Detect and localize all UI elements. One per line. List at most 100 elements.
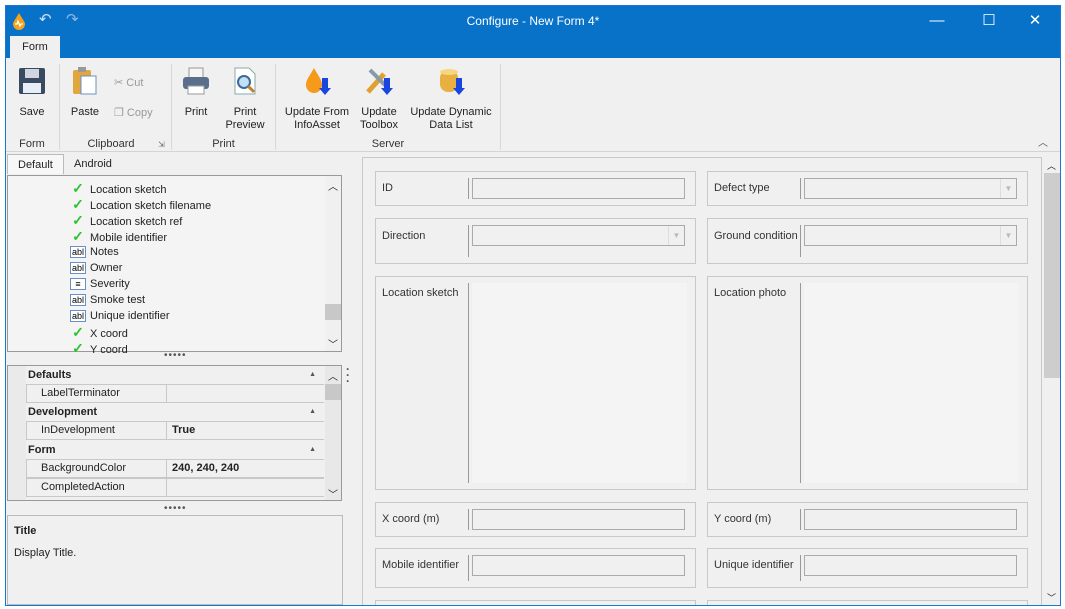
field-location-photo[interactable]: Location photo bbox=[707, 276, 1028, 490]
field-list-scrollbar[interactable]: ︿ ﹀ bbox=[325, 176, 341, 351]
scroll-thumb[interactable] bbox=[1044, 173, 1060, 378]
designer-scrollbar[interactable]: ︿ ﹀ bbox=[1043, 157, 1060, 605]
mobile-identifier-input[interactable] bbox=[472, 555, 685, 576]
field-list: ✓ Location sketch ✓ Location sketch filenam… bbox=[7, 175, 342, 356]
scroll-down-icon[interactable]: ﹀ bbox=[1047, 591, 1056, 604]
list-item-label: Smoke test bbox=[90, 294, 146, 306]
list-item[interactable]: abl Notes bbox=[70, 244, 119, 260]
scroll-down-icon[interactable]: ﹀ bbox=[328, 486, 338, 500]
chevron-down-icon[interactable]: ▼ bbox=[1000, 179, 1016, 198]
field-defect-type[interactable]: Defect type ▼ bbox=[707, 171, 1028, 206]
collapse-icon[interactable]: ▲ bbox=[309, 403, 316, 421]
category-development[interactable]: Development ▲ bbox=[26, 403, 324, 421]
location-photo-area[interactable] bbox=[804, 283, 1019, 483]
category-form[interactable]: Form ▲ bbox=[26, 441, 324, 459]
text-field-icon: abl bbox=[70, 294, 86, 307]
maximize-button[interactable]: ☐ bbox=[966, 8, 1012, 34]
cut-button[interactable]: ✂ Cut bbox=[114, 76, 143, 89]
tab-android[interactable]: Android bbox=[64, 154, 122, 174]
list-item[interactable]: ✓ Location sketch ref bbox=[70, 212, 182, 228]
direction-dropdown[interactable]: ▼ bbox=[472, 225, 685, 246]
field-partial[interactable] bbox=[707, 600, 1028, 605]
field-mobile-identifier[interactable]: Mobile identifier bbox=[375, 548, 696, 588]
list-item-label: Location sketch filename bbox=[90, 200, 212, 212]
scroll-up-icon[interactable]: ︿ bbox=[328, 178, 338, 193]
print-button[interactable]: Print bbox=[178, 66, 214, 119]
print-preview-button[interactable]: Print Preview bbox=[222, 66, 268, 132]
checkmark-icon: ✓ bbox=[72, 180, 84, 196]
property-row[interactable]: InDevelopment True bbox=[26, 421, 324, 440]
property-grid-margin bbox=[8, 366, 26, 500]
property-row[interactable]: LabelTerminator bbox=[26, 384, 324, 403]
splitter-grip[interactable]: · · · bbox=[346, 363, 350, 387]
floppy-disk-icon bbox=[19, 68, 45, 94]
collapse-icon[interactable]: ▲ bbox=[309, 366, 316, 384]
divider bbox=[275, 64, 276, 150]
update-from-infoasset-button[interactable]: Update From InfoAsset bbox=[282, 66, 352, 132]
paste-button[interactable]: Paste bbox=[66, 66, 104, 119]
copy-button[interactable]: ❐ Copy bbox=[114, 106, 153, 119]
group-label-clipboard: Clipboard bbox=[87, 138, 135, 150]
list-item-label: Location sketch ref bbox=[90, 216, 183, 228]
collapse-icon[interactable]: ▲ bbox=[309, 441, 316, 459]
minimize-button[interactable]: — bbox=[914, 8, 960, 34]
list-item[interactable]: ✓ Y coord bbox=[70, 340, 128, 356]
splitter-grip[interactable]: ••••• bbox=[164, 350, 187, 361]
scroll-down-icon[interactable]: ﹀ bbox=[328, 336, 338, 351]
unique-identifier-input[interactable] bbox=[804, 555, 1017, 576]
property-row[interactable]: CompletedAction bbox=[26, 478, 324, 497]
scroll-thumb[interactable] bbox=[325, 304, 341, 320]
text-field-icon: abl bbox=[70, 310, 86, 323]
clipboard-icon bbox=[73, 67, 97, 95]
divider bbox=[59, 64, 60, 150]
collapse-ribbon-button[interactable]: ︿ bbox=[1038, 134, 1048, 149]
list-item[interactable]: ✓ Mobile identifier bbox=[70, 228, 167, 244]
property-grid-scrollbar[interactable]: ︿ ﹀ bbox=[325, 366, 341, 500]
chevron-down-icon[interactable]: ▼ bbox=[1000, 226, 1016, 245]
list-item[interactable]: ✓ Location sketch filename bbox=[70, 196, 211, 212]
list-item[interactable]: abl Owner bbox=[70, 260, 122, 276]
close-button[interactable]: ✕ bbox=[1012, 8, 1058, 34]
dialog-launcher-icon[interactable]: ⇲ bbox=[158, 140, 165, 149]
form-designer: ID Defect type ▼ Direction ▼ Ground condit… bbox=[362, 157, 1042, 605]
defect-type-dropdown[interactable]: ▼ bbox=[804, 178, 1017, 199]
splitter-grip[interactable]: ••••• bbox=[164, 503, 187, 514]
field-x-coord[interactable]: X coord (m) bbox=[375, 502, 696, 537]
ribbon-tab-form[interactable]: Form bbox=[10, 36, 60, 58]
group-label-form: Form bbox=[19, 138, 45, 150]
list-item-label: Y coord bbox=[90, 344, 128, 356]
list-item[interactable]: ✓ X coord bbox=[70, 324, 128, 340]
field-partial[interactable] bbox=[375, 600, 696, 605]
list-item[interactable]: ≡ Severity bbox=[70, 276, 130, 292]
text-field-icon: abl bbox=[70, 262, 86, 275]
tab-default[interactable]: Default bbox=[7, 154, 64, 174]
x-coord-input[interactable] bbox=[472, 509, 685, 530]
field-location-sketch[interactable]: Location sketch bbox=[375, 276, 696, 490]
list-item-label: Notes bbox=[90, 246, 119, 258]
field-unique-identifier[interactable]: Unique identifier bbox=[707, 548, 1028, 588]
list-item[interactable]: abl Unique identifier bbox=[70, 308, 170, 324]
field-id[interactable]: ID bbox=[375, 171, 696, 206]
scroll-up-icon[interactable]: ︿ bbox=[328, 368, 338, 383]
ground-condition-dropdown[interactable]: ▼ bbox=[804, 225, 1017, 246]
field-y-coord[interactable]: Y coord (m) bbox=[707, 502, 1028, 537]
list-item[interactable]: ✓ Location sketch bbox=[70, 180, 166, 196]
print-preview-icon bbox=[234, 67, 256, 95]
field-ground-condition[interactable]: Ground condition ▼ bbox=[707, 218, 1028, 264]
scroll-thumb[interactable] bbox=[325, 384, 341, 400]
category-defaults[interactable]: Defaults ▲ bbox=[26, 366, 324, 384]
ribbon: Save Paste ✂ Cut ❐ Copy Print Print Previ… bbox=[6, 58, 1060, 152]
save-button[interactable]: Save bbox=[14, 66, 50, 119]
scroll-up-icon[interactable]: ︿ bbox=[1047, 159, 1056, 172]
update-toolbox-button[interactable]: Update Toolbox bbox=[356, 66, 402, 132]
field-direction[interactable]: Direction ▼ bbox=[375, 218, 696, 264]
property-row[interactable]: BackgroundColor 240, 240, 240 bbox=[26, 459, 324, 478]
location-sketch-area[interactable] bbox=[472, 283, 687, 483]
chevron-down-icon[interactable]: ▼ bbox=[668, 226, 684, 245]
list-item-label: Mobile identifier bbox=[90, 232, 168, 244]
id-input[interactable] bbox=[472, 178, 685, 199]
y-coord-input[interactable] bbox=[804, 509, 1017, 530]
update-dynamic-data-list-button[interactable]: Update Dynamic Data List bbox=[408, 66, 494, 132]
list-item[interactable]: abl Smoke test bbox=[70, 292, 145, 308]
window-title: Configure - New Form 4* bbox=[466, 14, 600, 28]
